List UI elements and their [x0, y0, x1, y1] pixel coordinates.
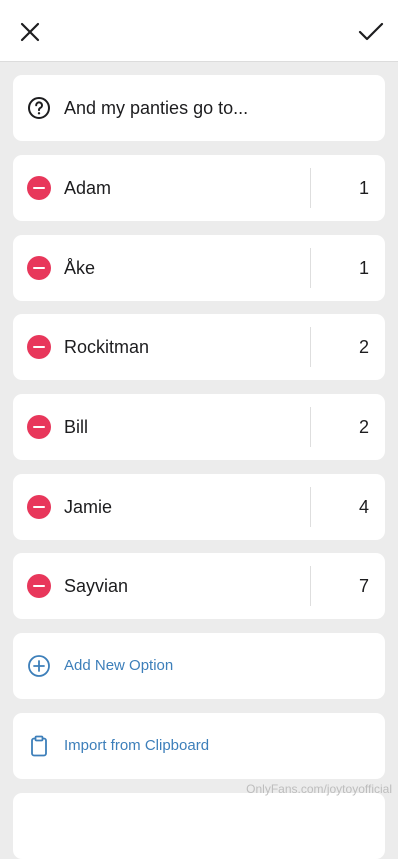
- option-row[interactable]: Åke 1: [13, 235, 385, 301]
- remove-option-icon[interactable]: [27, 495, 51, 519]
- divider: [310, 248, 311, 288]
- import-clipboard-button[interactable]: Import from Clipboard: [13, 713, 385, 779]
- option-name[interactable]: Bill: [64, 394, 88, 460]
- option-vote-count[interactable]: 4: [339, 474, 369, 540]
- watermark: OnlyFans.com/joytoyofficial: [246, 782, 392, 796]
- divider: [310, 487, 311, 527]
- option-name[interactable]: Rockitman: [64, 314, 149, 380]
- option-vote-count[interactable]: 2: [339, 394, 369, 460]
- plus-circle-icon: [28, 655, 50, 677]
- option-vote-count[interactable]: 1: [339, 155, 369, 221]
- option-name[interactable]: Jamie: [64, 474, 112, 540]
- remove-option-icon[interactable]: [27, 415, 51, 439]
- add-option-label: Add New Option: [64, 657, 174, 674]
- close-icon[interactable]: [16, 18, 44, 46]
- option-vote-count[interactable]: 1: [339, 235, 369, 301]
- option-row[interactable]: Sayvian 7: [13, 553, 385, 619]
- partial-card: [13, 793, 385, 859]
- divider: [310, 327, 311, 367]
- option-name[interactable]: Sayvian: [64, 553, 128, 619]
- import-clipboard-label: Import from Clipboard: [64, 737, 210, 754]
- option-row[interactable]: Adam 1: [13, 155, 385, 221]
- option-row[interactable]: Jamie 4: [13, 474, 385, 540]
- option-name[interactable]: Åke: [64, 235, 95, 301]
- remove-option-icon[interactable]: [27, 176, 51, 200]
- option-vote-count[interactable]: 7: [339, 553, 369, 619]
- add-option-button[interactable]: Add New Option: [13, 633, 385, 699]
- question-text: And my panties go to...: [64, 98, 249, 118]
- remove-option-icon[interactable]: [27, 574, 51, 598]
- question-field[interactable]: And my panties go to...: [13, 75, 385, 141]
- option-row[interactable]: Rockitman 2: [13, 314, 385, 380]
- divider: [310, 407, 311, 447]
- checkmark-icon[interactable]: [356, 18, 386, 46]
- clipboard-icon: [31, 735, 47, 757]
- remove-option-icon[interactable]: [27, 256, 51, 280]
- option-row[interactable]: Bill 2: [13, 394, 385, 460]
- help-circle-icon: [28, 97, 50, 119]
- divider: [310, 566, 311, 606]
- option-name[interactable]: Adam: [64, 155, 111, 221]
- divider: [310, 168, 311, 208]
- top-app-bar: [0, 0, 398, 62]
- option-vote-count[interactable]: 2: [339, 314, 369, 380]
- remove-option-icon[interactable]: [27, 335, 51, 359]
